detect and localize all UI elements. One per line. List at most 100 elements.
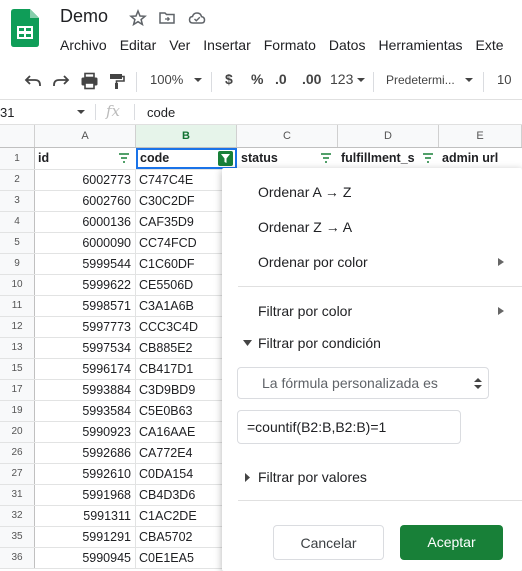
filter-icon[interactable] bbox=[320, 153, 332, 163]
cell-id[interactable]: 5999622 bbox=[35, 275, 136, 295]
column-header-c[interactable]: C bbox=[237, 125, 338, 147]
cell-id[interactable]: 5997534 bbox=[35, 338, 136, 358]
percent-format-button[interactable]: % bbox=[251, 71, 263, 87]
menu-editar[interactable]: Editar bbox=[120, 37, 157, 55]
chevron-down-icon bbox=[357, 78, 365, 82]
more-formats-button[interactable]: 123 bbox=[330, 71, 353, 87]
row-number[interactable]: 11 bbox=[0, 296, 35, 316]
row-number[interactable]: 35 bbox=[0, 527, 35, 547]
table-header-row: 1 id code status fulfillment_s admin url bbox=[0, 148, 522, 170]
select-arrows-icon bbox=[474, 378, 482, 389]
cell-id[interactable]: 6000136 bbox=[35, 212, 136, 232]
chevron-down-icon bbox=[465, 78, 473, 82]
cell-id[interactable]: 5996174 bbox=[35, 359, 136, 379]
row-number[interactable]: 32 bbox=[0, 506, 35, 526]
expand-triangle-icon[interactable] bbox=[245, 473, 250, 482]
cell-id[interactable]: 5991968 bbox=[35, 485, 136, 505]
row-number[interactable]: 27 bbox=[0, 464, 35, 484]
column-header-d[interactable]: D bbox=[338, 125, 439, 147]
menu-insertar[interactable]: Insertar bbox=[203, 37, 250, 55]
row-number[interactable]: 15 bbox=[0, 359, 35, 379]
chevron-down-icon[interactable] bbox=[76, 109, 86, 115]
filter-by-color-item[interactable]: Filtrar por color bbox=[258, 303, 352, 319]
cell-id[interactable]: 5999544 bbox=[35, 254, 136, 274]
header-cell-status[interactable]: status bbox=[241, 151, 278, 165]
row-number[interactable]: 19 bbox=[0, 401, 35, 421]
cell-id[interactable]: 5992610 bbox=[35, 464, 136, 484]
name-box[interactable]: 31 bbox=[0, 105, 14, 120]
header-cell-admin-url[interactable]: admin url bbox=[442, 151, 498, 165]
filter-by-values-item[interactable]: Filtrar por valores bbox=[258, 469, 367, 485]
row-number[interactable]: 1 bbox=[0, 148, 35, 169]
sort-by-color-item[interactable]: Ordenar por color bbox=[258, 254, 368, 270]
row-number[interactable]: 17 bbox=[0, 380, 35, 400]
cell-id[interactable]: 6002773 bbox=[35, 170, 136, 190]
row-number[interactable]: 26 bbox=[0, 443, 35, 463]
menu-herramientas[interactable]: Herramientas bbox=[378, 37, 462, 55]
row-number[interactable]: 12 bbox=[0, 317, 35, 337]
filter-by-condition-item[interactable]: Filtrar por condición bbox=[258, 335, 381, 351]
document-title[interactable]: Demo bbox=[60, 6, 108, 27]
active-filter-button[interactable] bbox=[218, 151, 233, 166]
cell-id[interactable]: 5998571 bbox=[35, 296, 136, 316]
redo-icon[interactable] bbox=[52, 73, 70, 89]
chevron-down-icon bbox=[194, 78, 202, 82]
sort-a-z-item[interactable]: Ordenar A → Z bbox=[258, 184, 351, 200]
cell-id[interactable]: 5992686 bbox=[35, 443, 136, 463]
cell-id[interactable]: 5993884 bbox=[35, 380, 136, 400]
menu-extensiones[interactable]: Exte bbox=[475, 37, 503, 55]
cloud-saved-icon[interactable] bbox=[188, 9, 206, 27]
condition-select[interactable]: La fórmula personalizada es bbox=[237, 367, 489, 399]
row-number[interactable]: 10 bbox=[0, 275, 35, 295]
menu-archivo[interactable]: Archivo bbox=[60, 37, 107, 55]
row-number[interactable]: 9 bbox=[0, 254, 35, 274]
font-size-input[interactable]: 10 bbox=[497, 72, 511, 87]
cell-id[interactable]: 5991291 bbox=[35, 527, 136, 547]
collapse-triangle-icon[interactable] bbox=[243, 340, 252, 346]
row-number[interactable]: 2 bbox=[0, 170, 35, 190]
header-cell-id[interactable]: id bbox=[38, 151, 49, 165]
cell-id[interactable]: 5993584 bbox=[35, 401, 136, 421]
zoom-select[interactable]: 100% bbox=[150, 72, 183, 87]
row-number[interactable]: 31 bbox=[0, 485, 35, 505]
cell-id[interactable]: 5991311 bbox=[35, 506, 136, 526]
filter-icon[interactable] bbox=[422, 153, 434, 163]
sort-z-a-item[interactable]: Ordenar Z → A bbox=[258, 219, 352, 235]
row-number[interactable]: 20 bbox=[0, 422, 35, 442]
cell-id[interactable]: 6000090 bbox=[35, 233, 136, 253]
row-number[interactable]: 3 bbox=[0, 191, 35, 211]
star-icon[interactable] bbox=[129, 9, 147, 27]
cell-id[interactable]: 5990945 bbox=[35, 548, 136, 568]
row-number[interactable]: 5 bbox=[0, 233, 35, 253]
formula-input[interactable]: code bbox=[147, 105, 175, 120]
custom-formula-input[interactable]: =countif(B2:B,B2:B)=1 bbox=[237, 410, 461, 444]
header-cell-code[interactable]: code bbox=[140, 151, 169, 165]
column-header-e[interactable]: E bbox=[439, 125, 522, 147]
cell-id[interactable]: 5997773 bbox=[35, 317, 136, 337]
move-folder-icon[interactable] bbox=[158, 9, 176, 27]
cancel-button[interactable]: Cancelar bbox=[273, 525, 384, 560]
filter-icon[interactable] bbox=[118, 153, 130, 163]
menu-formato[interactable]: Formato bbox=[264, 37, 316, 55]
menu-datos[interactable]: Datos bbox=[329, 37, 366, 55]
select-all-corner[interactable] bbox=[0, 125, 35, 147]
undo-icon[interactable] bbox=[24, 73, 42, 89]
currency-format-button[interactable]: $ bbox=[225, 71, 233, 87]
header-cell-fulfillment[interactable]: fulfillment_s bbox=[341, 151, 415, 165]
column-header-b[interactable]: B bbox=[136, 125, 237, 147]
column-header-a[interactable]: A bbox=[35, 125, 136, 147]
row-number[interactable]: 4 bbox=[0, 212, 35, 232]
menu-ver[interactable]: Ver bbox=[169, 37, 190, 55]
paint-format-icon[interactable] bbox=[108, 72, 126, 90]
ok-button[interactable]: Aceptar bbox=[400, 525, 503, 560]
row-number[interactable]: 36 bbox=[0, 548, 35, 568]
font-select[interactable]: Predetermi... bbox=[386, 73, 455, 87]
cell-id[interactable]: 5990923 bbox=[35, 422, 136, 442]
increase-decimals-button[interactable]: .00 bbox=[302, 71, 321, 87]
sheets-logo[interactable] bbox=[11, 9, 39, 47]
cell-id[interactable]: 6002760 bbox=[35, 191, 136, 211]
decrease-decimals-button[interactable]: .0 bbox=[275, 71, 287, 87]
print-icon[interactable] bbox=[80, 72, 99, 90]
toolbar: 100% $ % .0 .00 123 Predetermi... 10 bbox=[0, 63, 522, 100]
row-number[interactable]: 13 bbox=[0, 338, 35, 358]
